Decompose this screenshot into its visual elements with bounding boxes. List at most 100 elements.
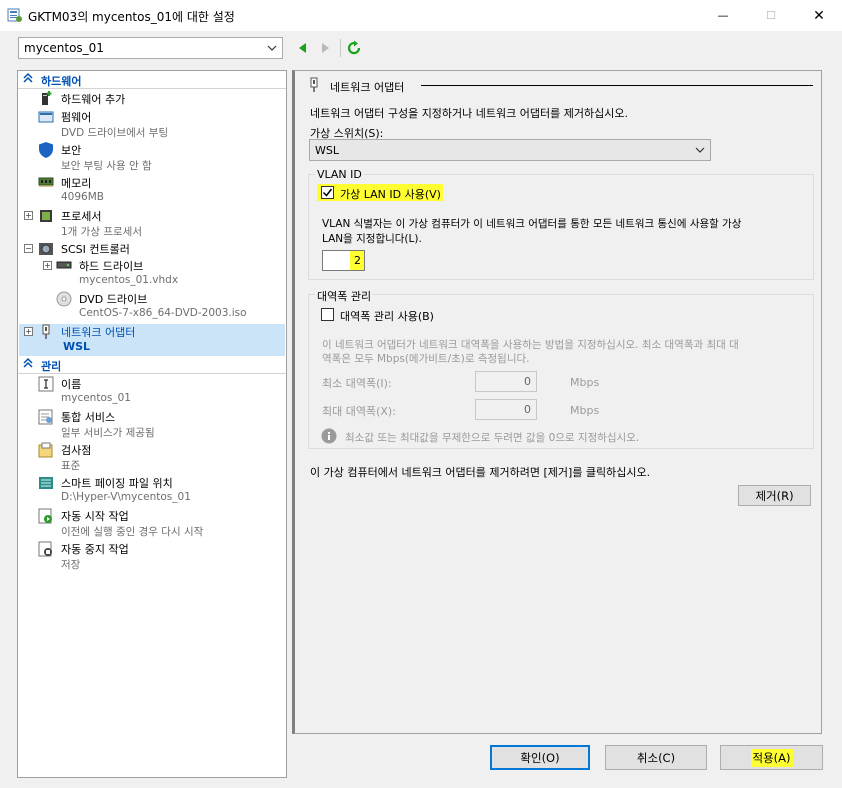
min-bandwidth-unit: Mbps — [570, 376, 600, 389]
network-adapter-icon — [308, 77, 320, 93]
sidebar-item-sub: 일부 서비스가 제공됨 — [61, 427, 155, 439]
sidebar-item-label: 자동 시작 작업 — [61, 510, 129, 523]
min-bandwidth-value: 0 — [524, 375, 531, 388]
refresh-button[interactable] — [346, 40, 362, 56]
network-adapter-expander[interactable]: + — [24, 327, 33, 336]
add-hardware-icon — [38, 90, 54, 106]
sidebar-item-label: DVD 드라이브 — [79, 293, 148, 306]
sidebar-item-sub: 보안 부팅 사용 안 함 — [61, 160, 152, 172]
hard-drive-expander[interactable]: + — [43, 261, 52, 270]
max-bandwidth-value: 0 — [524, 403, 531, 416]
integration-services-icon — [38, 409, 54, 425]
management-header-label: 관리 — [41, 360, 62, 373]
bandwidth-description-line1: 이 네트워크 어댑터가 네트워크 대역폭을 사용하는 방법을 지정하십시오. 최… — [322, 339, 739, 351]
sidebar-item-sub: 이전에 실행 중인 경우 다시 시작 — [61, 526, 204, 538]
cancel-button-label: 취소(C) — [636, 750, 676, 765]
sidebar-item-sub: DVD 드라이브에서 부팅 — [61, 127, 169, 139]
sidebar-item-label: 하드 드라이브 — [79, 260, 144, 273]
max-bandwidth-input[interactable]: 0 — [475, 399, 537, 420]
max-bandwidth-label: 최대 대역폭(X): — [322, 405, 396, 418]
sidebar-item-label: 펌웨어 — [61, 111, 92, 124]
window-title: GKTM03의 mycentos_01에 대한 설정 — [28, 10, 235, 24]
sidebar-item-sub: WSL — [63, 340, 91, 353]
sidebar-item-sub: 표준 — [61, 460, 81, 472]
vlan-checkbox[interactable] — [321, 186, 334, 199]
maximize-button[interactable]: ☐ — [748, 0, 794, 31]
name-icon — [38, 376, 54, 392]
vlan-description-line1: VLAN 식별자는 이 가상 컴퓨터가 이 네트워크 어댑터를 통한 모든 네트… — [322, 218, 742, 230]
sidebar-item-label: 스마트 페이징 파일 위치 — [61, 477, 173, 490]
shield-icon — [38, 141, 54, 158]
virtual-switch-select[interactable]: WSL — [309, 139, 711, 161]
apply-button[interactable]: 적용(A) — [720, 745, 823, 770]
min-bandwidth-label: 최소 대역폭(I): — [322, 377, 392, 390]
hardware-section-header[interactable]: 하드웨어 — [18, 72, 286, 88]
panel-description: 네트워크 어댑터 구성을 지정하거나 네트워크 어댑터를 제거하십시오. — [310, 107, 628, 120]
sidebar-item-label: 네트워크 어댑터 — [61, 326, 136, 339]
header-divider — [18, 88, 286, 89]
info-text: 최소값 또는 최대값을 무제한으로 두려면 값을 0으로 지정하십시오. — [345, 432, 640, 444]
header-divider — [18, 373, 286, 374]
checkpoint-icon — [38, 442, 54, 458]
firmware-icon — [38, 109, 54, 125]
vlan-description-line2: LAN을 지정합니다(L). — [322, 233, 422, 245]
info-icon — [321, 428, 337, 444]
bandwidth-checkbox-label[interactable]: 대역폭 관리 사용(B) — [340, 308, 434, 324]
vlan-checkbox-label[interactable]: 가상 LAN ID 사용(V) — [340, 186, 441, 202]
collapse-up-icon — [23, 357, 33, 372]
sidebar-item-sub: CentOS-7-x86_64-DVD-2003.iso — [79, 307, 247, 319]
apply-button-label: 적용(A) — [750, 748, 793, 767]
sidebar-item-label: 프로세서 — [61, 210, 102, 223]
vm-select-dropdown[interactable]: mycentos_01 — [18, 37, 283, 59]
scsi-expander[interactable]: − — [24, 244, 33, 253]
ok-button-label: 확인(O) — [520, 750, 560, 765]
bandwidth-group-title: 대역폭 관리 — [315, 288, 374, 304]
sidebar-item-sub: 1개 가상 프로세서 — [61, 226, 142, 238]
auto-start-icon — [38, 508, 54, 524]
settings-tree: 하드웨어 하드웨어 추가 펌웨어 DVD 드라이브에서 부팅 보안 보안 부팅 … — [17, 70, 287, 778]
cancel-button[interactable]: 취소(C) — [605, 745, 707, 770]
network-adapter-icon — [38, 324, 54, 340]
panel-header: 네트워크 어댑터 — [330, 81, 405, 94]
left-arrow-icon — [299, 43, 306, 53]
back-button[interactable] — [296, 41, 310, 55]
min-bandwidth-input[interactable]: 0 — [475, 371, 537, 392]
sidebar-item-label: 하드웨어 추가 — [61, 93, 126, 106]
sidebar-item-label: 보안 — [61, 144, 82, 157]
sidebar-item-label: 이름 — [61, 378, 82, 391]
auto-stop-icon — [38, 541, 54, 557]
forward-button[interactable] — [318, 41, 332, 55]
sidebar-item-label: 자동 중지 작업 — [61, 543, 129, 556]
settings-panel: 네트워크 어댑터 네트워크 어댑터 구성을 지정하거나 네트워크 어댑터를 제거… — [292, 70, 822, 734]
management-section-header[interactable]: 관리 — [18, 357, 286, 373]
selected-row-highlight — [19, 324, 285, 356]
vlan-id-value: 2 — [354, 254, 361, 267]
bandwidth-checkbox[interactable] — [321, 308, 334, 321]
chevron-down-icon — [695, 145, 705, 158]
hardware-header-label: 하드웨어 — [41, 75, 82, 88]
sidebar-item-label: 검사점 — [61, 444, 92, 457]
sidebar-item-sub: 저장 — [61, 559, 81, 571]
vlan-id-input[interactable]: 2 — [322, 250, 365, 271]
processor-expander[interactable]: + — [24, 211, 33, 220]
switch-value: WSL — [315, 144, 339, 157]
sidebar-item-label: SCSI 컨트롤러 — [61, 243, 130, 256]
sidebar-item-sub: mycentos_01 — [61, 392, 131, 404]
ok-button[interactable]: 확인(O) — [490, 745, 590, 770]
sidebar-item-label: 통합 서비스 — [61, 411, 116, 424]
bandwidth-description-line2: 역폭은 모두 Mbps(메가비트/초)로 측정됩니다. — [322, 353, 530, 365]
vm-select-value: mycentos_01 — [24, 41, 104, 55]
toolbar-divider — [340, 39, 341, 57]
sidebar-item-label: 메모리 — [61, 177, 92, 190]
memory-icon — [38, 176, 54, 192]
processor-icon — [38, 208, 54, 224]
max-bandwidth-unit: Mbps — [570, 404, 600, 417]
checkmark-icon — [322, 188, 333, 197]
right-arrow-icon — [322, 43, 329, 53]
collapse-up-icon — [23, 72, 33, 87]
minimize-button[interactable]: — — [700, 0, 746, 31]
scsi-controller-icon — [38, 241, 54, 257]
remove-button[interactable]: 제거(R) — [738, 485, 811, 506]
sidebar-item-sub: mycentos_01.vhdx — [79, 274, 179, 286]
close-button[interactable]: ✕ — [796, 0, 842, 31]
